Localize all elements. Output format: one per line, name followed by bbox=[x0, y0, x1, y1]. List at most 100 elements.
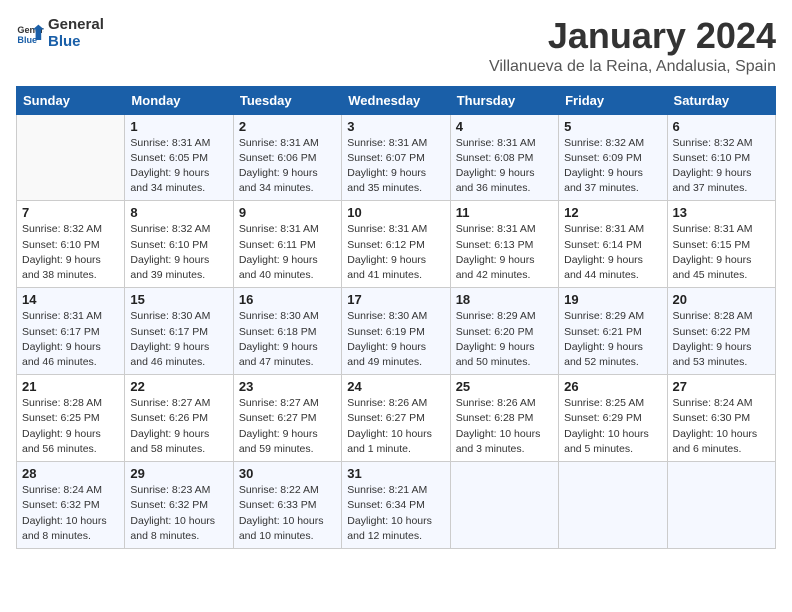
day-number: 6 bbox=[673, 119, 770, 134]
day-info: Sunrise: 8:23 AM Sunset: 6:32 PM Dayligh… bbox=[130, 483, 227, 544]
table-row: 8Sunrise: 8:32 AM Sunset: 6:10 PM Daylig… bbox=[125, 201, 233, 288]
day-info: Sunrise: 8:31 AM Sunset: 6:12 PM Dayligh… bbox=[347, 222, 444, 283]
logo-icon: General Blue bbox=[16, 19, 44, 47]
day-info: Sunrise: 8:32 AM Sunset: 6:10 PM Dayligh… bbox=[130, 222, 227, 283]
day-number: 30 bbox=[239, 466, 336, 481]
day-number: 24 bbox=[347, 379, 444, 394]
day-info: Sunrise: 8:32 AM Sunset: 6:10 PM Dayligh… bbox=[673, 136, 770, 197]
day-number: 17 bbox=[347, 292, 444, 307]
calendar-week-row: 21 Sunrise: 8:28 AM Sunset: 6:25 PM Dayli… bbox=[17, 375, 776, 462]
table-row: 27 Sunrise: 8:24 AM Sunset: 6:30 PM Dayli… bbox=[667, 375, 775, 462]
table-row: 28 Sunrise: 8:24 AM Sunset: 6:32 PM Dayli… bbox=[17, 462, 125, 549]
day-info: Sunrise: 8:31 AM Sunset: 6:17 PM Dayligh… bbox=[22, 309, 119, 370]
table-row: 11 Sunrise: 8:31 AM Sunset: 6:13 PM Dayli… bbox=[450, 201, 558, 288]
day-info: Sunrise: 8:24 AM Sunset: 6:32 PM Dayligh… bbox=[22, 483, 119, 544]
table-row: 18 Sunrise: 8:29 AM Sunset: 6:20 PM Dayli… bbox=[450, 288, 558, 375]
day-info: Sunrise: 8:27 AM Sunset: 6:26 PM Dayligh… bbox=[130, 396, 227, 457]
day-number: 29 bbox=[130, 466, 227, 481]
logo: General Blue General Blue bbox=[16, 16, 104, 51]
day-number: 10 bbox=[347, 205, 444, 220]
weekday-header-row: Sunday Monday Tuesday Wednesday Thursday… bbox=[17, 86, 776, 114]
day-info: Sunrise: 8:31 AM Sunset: 6:06 PM Dayligh… bbox=[239, 136, 336, 197]
day-info: Sunrise: 8:29 AM Sunset: 6:20 PM Dayligh… bbox=[456, 309, 553, 370]
calendar-week-row: 28 Sunrise: 8:24 AM Sunset: 6:32 PM Dayli… bbox=[17, 462, 776, 549]
table-row: 5Sunrise: 8:32 AM Sunset: 6:09 PM Daylig… bbox=[559, 114, 667, 201]
day-info: Sunrise: 8:31 AM Sunset: 6:11 PM Dayligh… bbox=[239, 222, 336, 283]
table-row: 16 Sunrise: 8:30 AM Sunset: 6:18 PM Dayli… bbox=[233, 288, 341, 375]
day-info: Sunrise: 8:31 AM Sunset: 6:13 PM Dayligh… bbox=[456, 222, 553, 283]
table-row: 1 Sunrise: 8:31 AM Sunset: 6:05 PM Daylig… bbox=[125, 114, 233, 201]
day-number: 18 bbox=[456, 292, 553, 307]
day-info: Sunrise: 8:25 AM Sunset: 6:29 PM Dayligh… bbox=[564, 396, 661, 457]
day-number: 25 bbox=[456, 379, 553, 394]
day-info: Sunrise: 8:28 AM Sunset: 6:25 PM Dayligh… bbox=[22, 396, 119, 457]
location-subtitle: Villanueva de la Reina, Andalusia, Spain bbox=[489, 58, 776, 76]
day-info: Sunrise: 8:31 AM Sunset: 6:08 PM Dayligh… bbox=[456, 136, 553, 197]
logo-general-text: General bbox=[48, 16, 104, 33]
day-number: 1 bbox=[130, 119, 227, 134]
table-row: 2 Sunrise: 8:31 AM Sunset: 6:06 PM Daylig… bbox=[233, 114, 341, 201]
table-row: 7 Sunrise: 8:32 AM Sunset: 6:10 PM Daylig… bbox=[17, 201, 125, 288]
day-number: 27 bbox=[673, 379, 770, 394]
header-sunday: Sunday bbox=[17, 86, 125, 114]
day-info: Sunrise: 8:22 AM Sunset: 6:33 PM Dayligh… bbox=[239, 483, 336, 544]
header-friday: Friday bbox=[559, 86, 667, 114]
header-tuesday: Tuesday bbox=[233, 86, 341, 114]
header-wednesday: Wednesday bbox=[342, 86, 450, 114]
table-row: 19 Sunrise: 8:29 AM Sunset: 6:21 PM Dayli… bbox=[559, 288, 667, 375]
table-row: 23 Sunrise: 8:27 AM Sunset: 6:27 PM Dayli… bbox=[233, 375, 341, 462]
table-row: 21 Sunrise: 8:28 AM Sunset: 6:25 PM Dayli… bbox=[17, 375, 125, 462]
table-row: 6 Sunrise: 8:32 AM Sunset: 6:10 PM Daylig… bbox=[667, 114, 775, 201]
title-area: January 2024 Villanueva de la Reina, And… bbox=[489, 16, 776, 76]
header-saturday: Saturday bbox=[667, 86, 775, 114]
page-header: General Blue General Blue January 2024 V… bbox=[16, 16, 776, 76]
day-number: 14 bbox=[22, 292, 119, 307]
day-info: Sunrise: 8:27 AM Sunset: 6:27 PM Dayligh… bbox=[239, 396, 336, 457]
table-row: 20 Sunrise: 8:28 AM Sunset: 6:22 PM Dayli… bbox=[667, 288, 775, 375]
day-info: Sunrise: 8:31 AM Sunset: 6:14 PM Dayligh… bbox=[564, 222, 661, 283]
day-number: 20 bbox=[673, 292, 770, 307]
day-number: 26 bbox=[564, 379, 661, 394]
table-row: 3Sunrise: 8:31 AM Sunset: 6:07 PM Daylig… bbox=[342, 114, 450, 201]
day-number: 28 bbox=[22, 466, 119, 481]
table-row: 17Sunrise: 8:30 AM Sunset: 6:19 PM Dayli… bbox=[342, 288, 450, 375]
day-number: 5 bbox=[564, 119, 661, 134]
day-info: Sunrise: 8:29 AM Sunset: 6:21 PM Dayligh… bbox=[564, 309, 661, 370]
day-number: 21 bbox=[22, 379, 119, 394]
table-row bbox=[667, 462, 775, 549]
table-row: 26 Sunrise: 8:25 AM Sunset: 6:29 PM Dayli… bbox=[559, 375, 667, 462]
day-number: 22 bbox=[130, 379, 227, 394]
table-row: 12 Sunrise: 8:31 AM Sunset: 6:14 PM Dayli… bbox=[559, 201, 667, 288]
day-info: Sunrise: 8:30 AM Sunset: 6:17 PM Dayligh… bbox=[130, 309, 227, 370]
table-row bbox=[17, 114, 125, 201]
day-number: 3 bbox=[347, 119, 444, 134]
day-info: Sunrise: 8:28 AM Sunset: 6:22 PM Dayligh… bbox=[673, 309, 770, 370]
day-info: Sunrise: 8:21 AM Sunset: 6:34 PM Dayligh… bbox=[347, 483, 444, 544]
day-info: Sunrise: 8:24 AM Sunset: 6:30 PM Dayligh… bbox=[673, 396, 770, 457]
day-info: Sunrise: 8:31 AM Sunset: 6:15 PM Dayligh… bbox=[673, 222, 770, 283]
day-number: 16 bbox=[239, 292, 336, 307]
day-number: 13 bbox=[673, 205, 770, 220]
svg-text:Blue: Blue bbox=[17, 35, 37, 45]
table-row: 9Sunrise: 8:31 AM Sunset: 6:11 PM Daylig… bbox=[233, 201, 341, 288]
table-row bbox=[559, 462, 667, 549]
day-number: 2 bbox=[239, 119, 336, 134]
table-row: 22 Sunrise: 8:27 AM Sunset: 6:26 PM Dayli… bbox=[125, 375, 233, 462]
table-row: 14 Sunrise: 8:31 AM Sunset: 6:17 PM Dayli… bbox=[17, 288, 125, 375]
day-number: 19 bbox=[564, 292, 661, 307]
day-number: 7 bbox=[22, 205, 119, 220]
table-row: 15Sunrise: 8:30 AM Sunset: 6:17 PM Dayli… bbox=[125, 288, 233, 375]
table-row: 24Sunrise: 8:26 AM Sunset: 6:27 PM Dayli… bbox=[342, 375, 450, 462]
header-monday: Monday bbox=[125, 86, 233, 114]
day-info: Sunrise: 8:32 AM Sunset: 6:10 PM Dayligh… bbox=[22, 222, 119, 283]
day-info: Sunrise: 8:31 AM Sunset: 6:05 PM Dayligh… bbox=[130, 136, 227, 197]
table-row: 31Sunrise: 8:21 AM Sunset: 6:34 PM Dayli… bbox=[342, 462, 450, 549]
month-title: January 2024 bbox=[489, 16, 776, 56]
table-row: 10 Sunrise: 8:31 AM Sunset: 6:12 PM Dayli… bbox=[342, 201, 450, 288]
day-number: 12 bbox=[564, 205, 661, 220]
day-number: 11 bbox=[456, 205, 553, 220]
calendar-table: Sunday Monday Tuesday Wednesday Thursday… bbox=[16, 86, 776, 549]
day-info: Sunrise: 8:30 AM Sunset: 6:18 PM Dayligh… bbox=[239, 309, 336, 370]
day-number: 23 bbox=[239, 379, 336, 394]
calendar-week-row: 1 Sunrise: 8:31 AM Sunset: 6:05 PM Daylig… bbox=[17, 114, 776, 201]
